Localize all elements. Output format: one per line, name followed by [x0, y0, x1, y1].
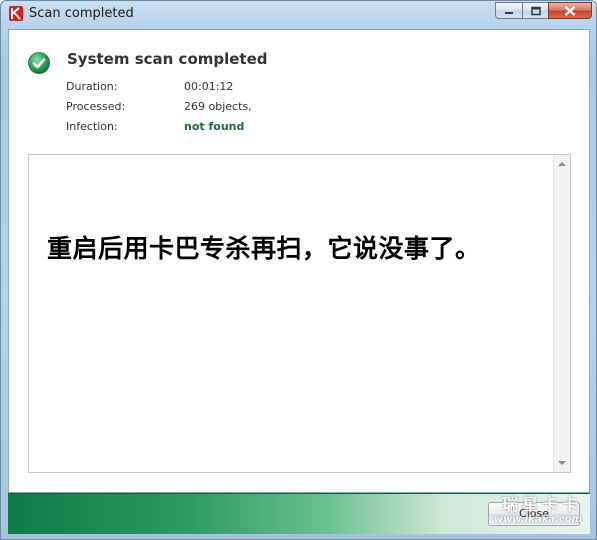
window-close-button[interactable]	[548, 2, 592, 19]
scroll-down-arrow-icon[interactable]	[558, 460, 566, 466]
kaspersky-k-icon	[9, 6, 23, 21]
window-frame: Scan completed System scan completed Dur…	[0, 0, 597, 540]
duration-value: 00:01:12	[184, 80, 234, 93]
watermark: 瑞星卡卡 www.ikaka.com	[494, 497, 582, 525]
green-checkmark-icon	[28, 52, 50, 74]
processed-label: Processed:	[66, 100, 126, 113]
watermark-url: www.ikaka.com	[493, 514, 582, 525]
watermark-brand: 瑞星卡卡	[501, 495, 582, 514]
window-title: Scan completed	[29, 6, 134, 21]
maximize-button[interactable]	[522, 2, 548, 19]
minimize-icon	[505, 11, 513, 14]
infection-label: Infection:	[66, 120, 118, 133]
infection-value: not found	[184, 120, 245, 133]
scan-headline: System scan completed	[67, 50, 268, 68]
title-bar[interactable]: Scan completed	[1, 1, 597, 27]
log-message: 重启后用卡巴专杀再扫，它说没事了。	[47, 234, 481, 263]
log-scrollbar[interactable]	[553, 155, 570, 472]
scan-report-panel: System scan completed Duration: 00:01:12…	[8, 29, 590, 493]
duration-label: Duration:	[66, 80, 118, 93]
window-controls	[495, 2, 592, 20]
processed-value: 269 objects,	[184, 100, 252, 113]
scroll-up-arrow-icon[interactable]	[558, 161, 566, 167]
minimize-button[interactable]	[495, 2, 522, 19]
close-icon	[564, 5, 576, 16]
scan-log[interactable]: 重启后用卡巴专杀再扫，它说没事了。	[28, 154, 571, 473]
maximize-icon	[530, 6, 541, 15]
